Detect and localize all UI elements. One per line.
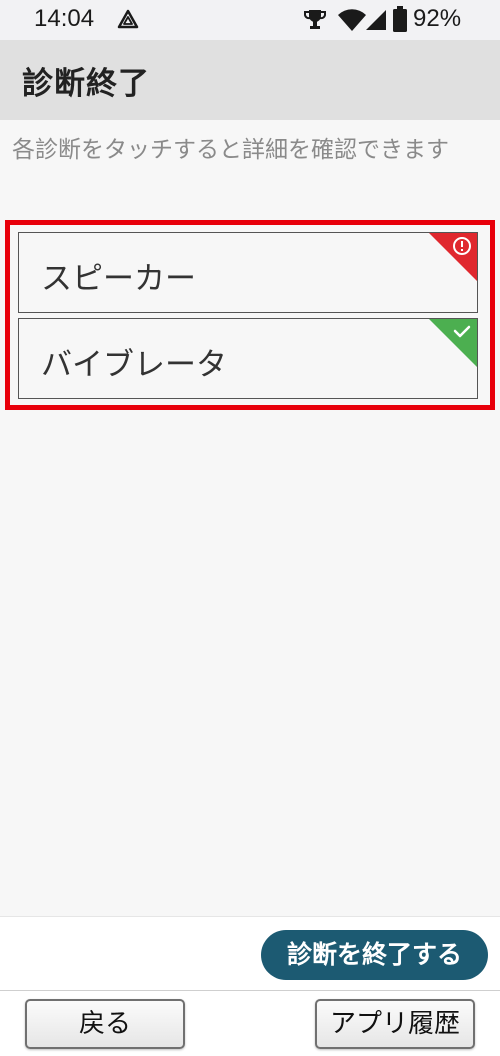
error-icon — [429, 233, 477, 281]
wifi-icon — [337, 8, 367, 36]
instruction-text: 各診断をタッチすると詳細を確認できます — [12, 137, 449, 163]
app-header: 診断終了 — [0, 40, 500, 120]
check-icon — [429, 319, 477, 367]
page-title: 診断終了 — [22, 66, 150, 102]
status-bar: 14:04 92% — [0, 0, 500, 40]
result-item-label: バイブレータ — [41, 347, 227, 383]
result-item-label: スピーカー — [41, 261, 196, 297]
result-item-vibrator[interactable]: バイブレータ — [18, 318, 478, 399]
end-diagnosis-button[interactable]: 診断を終了する — [261, 930, 488, 980]
cell-signal-icon — [364, 8, 388, 36]
footer: 診断を終了する — [0, 916, 500, 990]
battery-icon — [393, 6, 407, 36]
battery-percentage: 92% — [413, 5, 462, 32]
app-history-button[interactable]: アプリ履歴 — [315, 999, 475, 1049]
back-button[interactable]: 戻る — [25, 999, 185, 1049]
bottom-navigation: 戻る アプリ履歴 — [0, 990, 500, 1056]
trophy-icon — [302, 7, 328, 35]
main-content: 各診断をタッチすると詳細を確認できます スピーカー バイブレータ — [0, 120, 500, 916]
status-time: 14:04 — [34, 5, 95, 32]
result-item-speaker[interactable]: スピーカー — [18, 232, 478, 313]
triangle-alert-icon — [117, 9, 139, 33]
